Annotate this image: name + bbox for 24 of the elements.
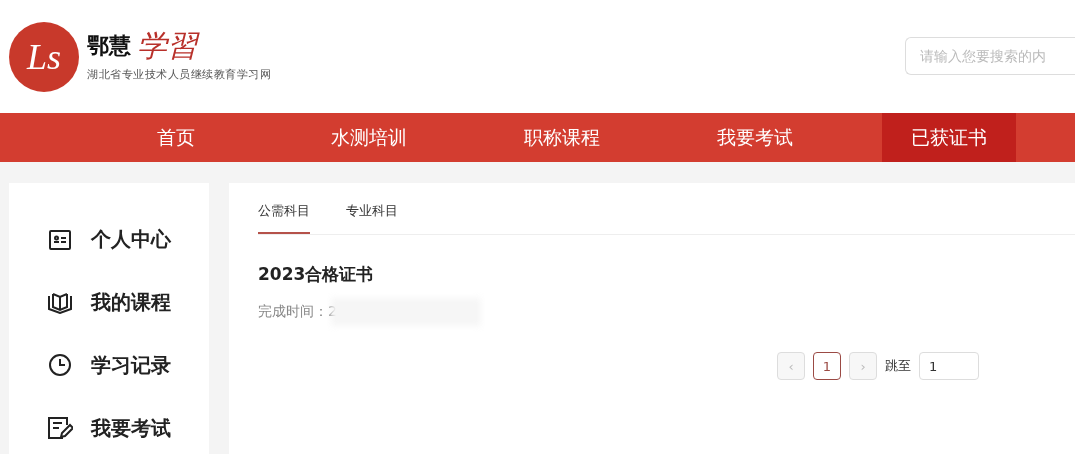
book-icon: [47, 291, 73, 314]
nav-item[interactable]: 水测培训: [302, 113, 436, 162]
brand-name: 鄂慧: [87, 32, 131, 60]
nav-item[interactable]: 首页: [109, 113, 243, 162]
site-tagline: 湖北省专业技术人员继续教育学习网: [87, 67, 271, 82]
sidebar-item[interactable]: 学习记录: [91, 351, 171, 379]
nav-item[interactable]: 职称课程: [495, 113, 630, 162]
note-edit-icon: [47, 416, 73, 441]
certificate-title: 2023合格证书: [258, 263, 375, 286]
jump-page-field[interactable]: 1: [919, 352, 979, 380]
nav-item[interactable]: 我要考试: [688, 113, 823, 162]
nav-item[interactable]: 已获证书: [881, 113, 1016, 162]
sidebar-item[interactable]: 个人中心: [91, 226, 171, 254]
search-field[interactable]: 请输入您要搜索的内: [905, 36, 1075, 75]
logo-mark: Ls: [9, 21, 79, 92]
completion-time: 完成时间：2: [258, 303, 337, 321]
sidebar-item[interactable]: 我的课程: [91, 289, 171, 317]
tab[interactable]: 专业科目: [346, 202, 398, 234]
page-button[interactable]: 1: [813, 352, 841, 380]
jump-label: 跳至: [885, 357, 911, 375]
clock-icon: [48, 353, 72, 378]
sidebar-item[interactable]: 我要考试: [91, 414, 171, 442]
tab[interactable]: 公需科目: [258, 202, 310, 234]
id-card-icon: [48, 228, 72, 251]
